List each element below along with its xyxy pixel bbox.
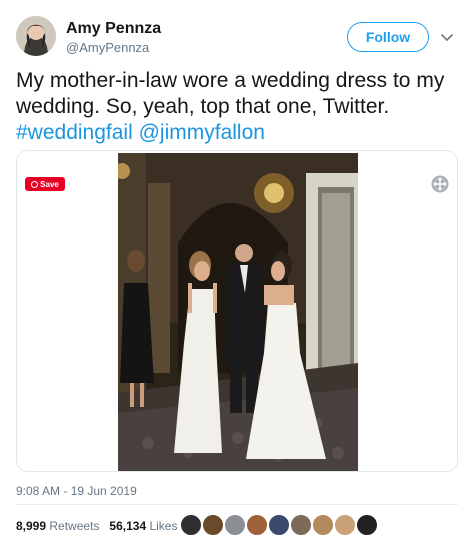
tweet-body: My mother-in-law wore a wedding dress to… xyxy=(16,69,445,118)
chevron-down-icon[interactable] xyxy=(440,30,454,44)
expand-icon[interactable] xyxy=(431,175,449,193)
liker-avatar[interactable] xyxy=(290,514,312,536)
mention-link[interactable]: @jimmyfallon xyxy=(139,121,265,144)
liker-avatar[interactable] xyxy=(334,514,356,536)
liker-avatar[interactable] xyxy=(312,514,334,536)
tweet-card: Amy Pennza @AmyPennza Follow My mother-i… xyxy=(0,0,474,547)
liker-avatar[interactable] xyxy=(202,514,224,536)
retweets-count: 8,999 xyxy=(16,519,47,533)
follow-button[interactable]: Follow xyxy=(347,22,429,52)
tweet-timestamp[interactable]: 9:08 AM - 19 Jun 2019 xyxy=(16,484,137,498)
retweets-stat[interactable]: 8,999 Retweets xyxy=(16,519,99,533)
likes-stat[interactable]: 56,134 Likes xyxy=(109,519,177,533)
media-card[interactable]: Save xyxy=(16,150,458,472)
liker-avatar[interactable] xyxy=(246,514,268,536)
author-handle[interactable]: @AmyPennza xyxy=(66,40,149,55)
liker-avatar[interactable] xyxy=(268,514,290,536)
liker-avatar[interactable] xyxy=(356,514,378,536)
tweet-text: My mother-in-law wore a wedding dress to… xyxy=(16,68,466,146)
wedding-photo xyxy=(118,153,358,471)
avatar-photo-icon xyxy=(16,16,56,56)
author-name[interactable]: Amy Pennza xyxy=(66,20,161,38)
author-avatar[interactable] xyxy=(16,16,56,56)
engagement-stats: 8,999 Retweets 56,134 Likes xyxy=(16,519,177,533)
likes-count: 56,134 xyxy=(109,519,147,533)
pinterest-icon xyxy=(31,180,39,188)
likes-label: Likes xyxy=(149,519,178,533)
liker-avatar[interactable] xyxy=(180,514,202,536)
liker-avatar[interactable] xyxy=(224,514,246,536)
hashtag-link[interactable]: #weddingfail xyxy=(16,121,133,144)
save-label: Save xyxy=(40,179,59,189)
pinterest-save-button[interactable]: Save xyxy=(25,177,65,191)
divider xyxy=(16,504,458,505)
retweets-label: Retweets xyxy=(49,519,100,533)
